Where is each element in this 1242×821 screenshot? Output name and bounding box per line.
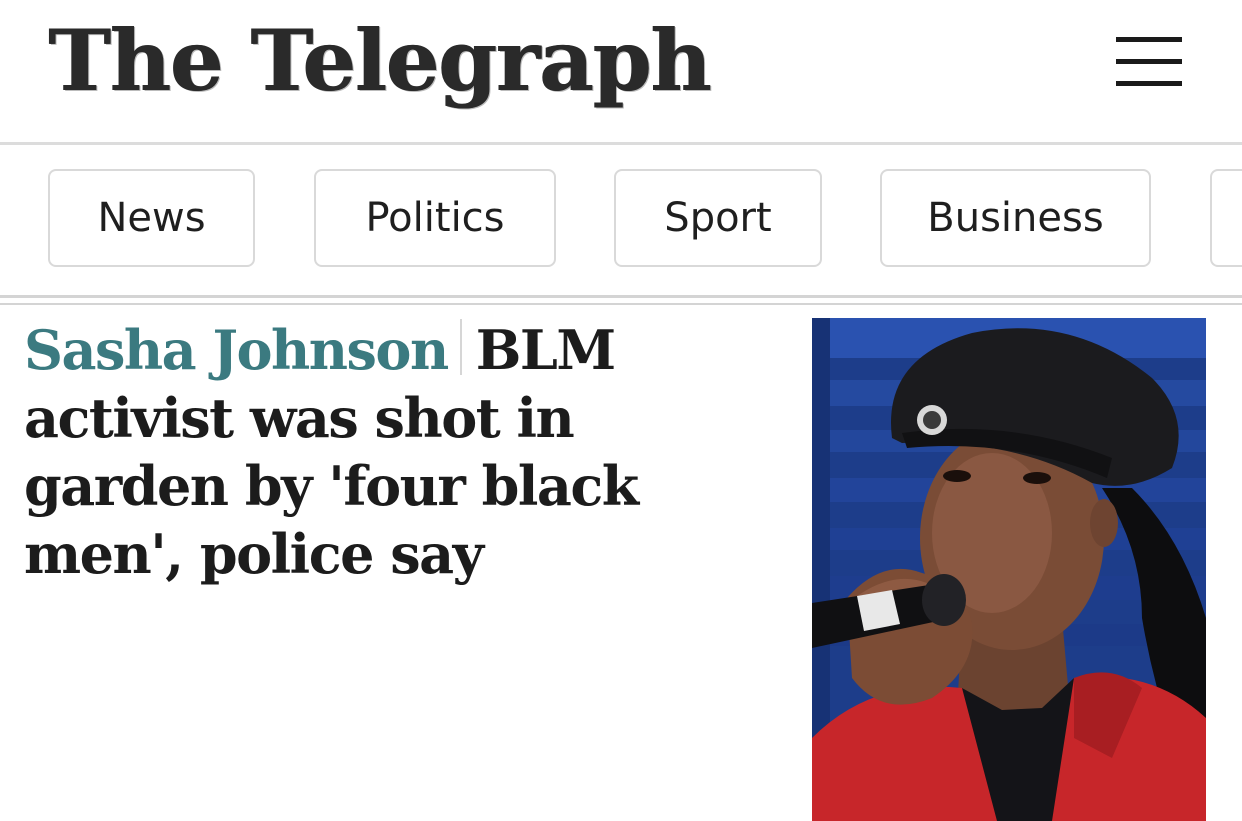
article-kicker: Sasha Johnson: [24, 318, 449, 382]
nav-tab-news[interactable]: News: [48, 169, 255, 267]
menu-bar-top: [1116, 37, 1182, 42]
menu-bar-middle: [1116, 59, 1182, 64]
masthead: The Telegraph: [0, 0, 1242, 142]
article-photo[interactable]: [812, 318, 1206, 821]
section-nav: News Politics Sport Business: [0, 145, 1242, 295]
menu-bar-bottom: [1116, 81, 1182, 86]
nav-tab-politics[interactable]: Politics: [314, 169, 556, 267]
article-headline-link[interactable]: Sasha Johnson BLM activist was shot in ga…: [24, 316, 794, 588]
nav-tab-sport[interactable]: Sport: [614, 169, 822, 267]
nav-tab-business[interactable]: Business: [880, 169, 1151, 267]
hamburger-menu-icon[interactable]: [1110, 30, 1188, 96]
nav-tab-overflow[interactable]: [1210, 169, 1242, 267]
kicker-divider: [459, 319, 462, 375]
photo-illustration: [812, 318, 1206, 821]
telegraph-logo[interactable]: The Telegraph: [48, 6, 711, 116]
nav-divider: [0, 295, 1242, 305]
